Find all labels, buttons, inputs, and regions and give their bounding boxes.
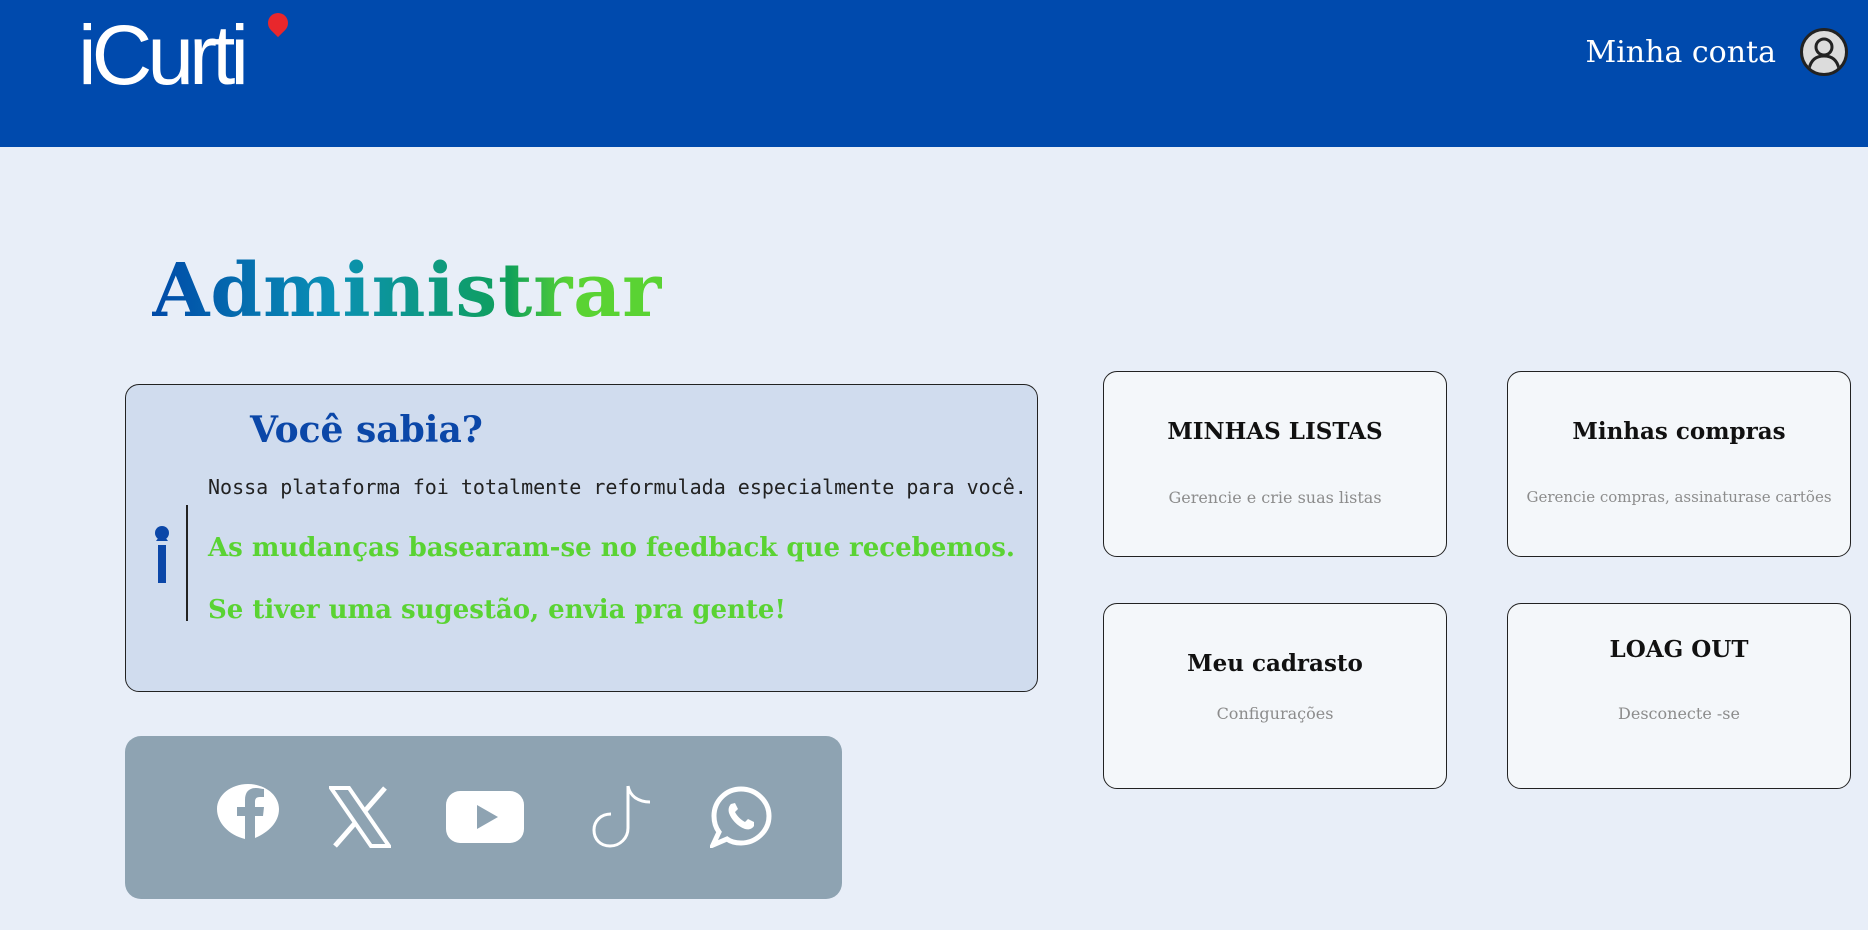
my-profile-card[interactable]: Meu cadrasto Configurações xyxy=(1103,603,1447,789)
youtube-icon[interactable] xyxy=(446,791,524,843)
user-avatar-icon[interactable] xyxy=(1800,28,1848,76)
info-text-suggestion: Se tiver uma sugestão, envia pra gente! xyxy=(208,595,786,625)
my-profile-subtitle: Configurações xyxy=(1216,704,1334,723)
logo-text: iCurti xyxy=(78,8,249,102)
my-purchases-card[interactable]: Minhas compras Gerencie compras, assinat… xyxy=(1507,371,1851,557)
social-links-bar xyxy=(125,736,842,899)
my-purchases-subtitle: Gerencie compras, assinaturase cartões xyxy=(1526,488,1832,506)
info-divider xyxy=(186,505,188,621)
my-profile-title: Meu cadrasto xyxy=(1187,650,1363,677)
my-lists-card[interactable]: MINHAS LISTAS Gerencie e crie suas lista… xyxy=(1103,371,1447,557)
info-text-feedback: As mudanças basearam-se no feedback que … xyxy=(208,533,1015,563)
account-menu[interactable]: Minha conta xyxy=(1585,28,1848,76)
logout-subtitle: Desconecte -se xyxy=(1618,704,1740,723)
my-purchases-title: Minhas compras xyxy=(1572,418,1786,445)
icurti-logo[interactable]: iCurti xyxy=(78,8,298,102)
page-title: Administrar xyxy=(152,248,662,334)
top-navigation-bar: iCurti Minha conta xyxy=(0,0,1868,147)
info-text-platform: Nossa plataforma foi totalmente reformul… xyxy=(208,475,1027,499)
account-label[interactable]: Minha conta xyxy=(1585,35,1776,70)
x-twitter-icon[interactable] xyxy=(329,786,391,848)
did-you-know-card: Você sabia? Nossa plataforma foi totalme… xyxy=(125,384,1038,692)
logout-title: LOAG OUT xyxy=(1609,636,1749,663)
tiktok-icon[interactable] xyxy=(590,784,654,848)
info-heading: Você sabia? xyxy=(250,409,483,451)
my-lists-title: MINHAS LISTAS xyxy=(1167,418,1383,445)
my-lists-subtitle: Gerencie e crie suas listas xyxy=(1168,488,1382,507)
whatsapp-icon[interactable] xyxy=(710,786,772,848)
location-pin-icon xyxy=(263,8,293,38)
page-title-text: Administrar xyxy=(152,248,662,334)
info-icon xyxy=(155,526,169,583)
logout-card[interactable]: LOAG OUT Desconecte -se xyxy=(1507,603,1851,789)
facebook-icon[interactable] xyxy=(217,784,279,840)
